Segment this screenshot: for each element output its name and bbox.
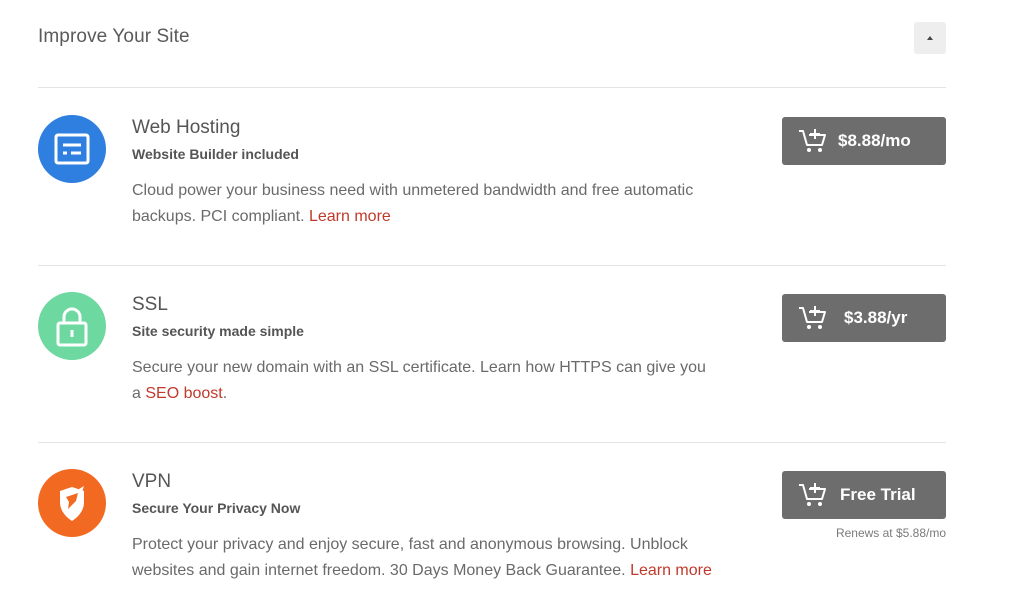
learn-more-link[interactable]: Learn more xyxy=(309,208,391,225)
product-web-hosting: Web Hosting Website Builder included Clo… xyxy=(38,115,946,240)
free-trial-button[interactable]: Free Trial xyxy=(782,471,946,519)
product-ssl: SSL Site security made simple Secure you… xyxy=(38,292,946,417)
add-to-cart-button[interactable]: $8.88/mo xyxy=(782,117,946,165)
product-subtitle: Secure Your Privacy Now xyxy=(132,500,301,516)
section-title: Improve Your Site xyxy=(38,26,190,47)
collapse-button[interactable] xyxy=(914,22,946,54)
renewal-note: Renews at $5.88/mo xyxy=(835,526,946,540)
seo-boost-link[interactable]: SEO boost xyxy=(145,385,222,402)
price-label: $8.88/mo xyxy=(838,131,911,150)
add-to-cart-icon xyxy=(799,483,826,506)
product-vpn: VPN Secure Your Privacy Now Protect your… xyxy=(38,469,946,610)
price-label: Free Trial xyxy=(840,485,916,504)
description-text: Protect your privacy and enjoy secure, f… xyxy=(132,536,688,579)
product-description: Secure your new domain with an SSL certi… xyxy=(132,355,712,407)
divider xyxy=(38,87,946,88)
vpn-shield-icon xyxy=(38,469,106,537)
padlock-icon xyxy=(38,292,106,360)
product-subtitle: Website Builder included xyxy=(132,146,299,162)
learn-more-link[interactable]: Learn more xyxy=(630,562,712,579)
add-to-cart-icon xyxy=(799,306,826,329)
product-description: Protect your privacy and enjoy secure, f… xyxy=(132,532,712,584)
divider xyxy=(38,442,946,443)
add-to-cart-button[interactable]: $3.88/yr xyxy=(782,294,946,342)
description-text: Cloud power your business need with unme… xyxy=(132,182,694,225)
add-to-cart-icon xyxy=(799,129,826,152)
product-title: Web Hosting xyxy=(132,117,241,138)
product-title: SSL xyxy=(132,294,168,315)
description-suffix: . xyxy=(222,385,228,402)
product-description: Cloud power your business need with unme… xyxy=(132,178,712,230)
caret-up-icon xyxy=(927,36,933,40)
price-label: $3.88/yr xyxy=(844,308,908,327)
section-header: Improve Your Site xyxy=(38,22,946,62)
product-subtitle: Site security made simple xyxy=(132,323,304,339)
hosting-server-icon xyxy=(38,115,106,183)
divider xyxy=(38,265,946,266)
product-title: VPN xyxy=(132,471,172,492)
